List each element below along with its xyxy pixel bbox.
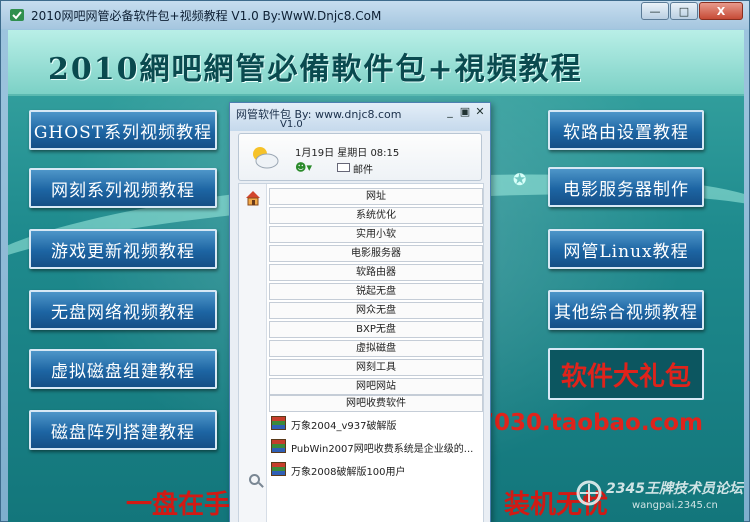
software-item-label: 万象2008破解版100用户: [291, 467, 406, 478]
window-controls: — □ X: [640, 2, 743, 20]
panel-title: 网管软件包 By: www.dnjc8.com: [236, 108, 402, 121]
banner-title: 2010網吧網管必備軟件包+視頻教程: [48, 52, 583, 87]
watermark-main-text: 2345王牌技术员论坛: [606, 481, 743, 497]
software-item-label: PubWin2007网吧收费系统是企业级的...: [291, 444, 474, 455]
maximize-button[interactable]: □: [670, 2, 698, 20]
main-window: 2010网吧网管必备软件包+视频教程 V1.0 By:WwW.Dnjc8.CoM…: [0, 0, 750, 522]
users-icon[interactable]: ☻▾: [295, 161, 312, 174]
home-icon[interactable]: [245, 190, 261, 206]
side-icon-column: [239, 184, 267, 522]
category-wangzhong-diskless[interactable]: 网众无盘: [269, 302, 483, 319]
panel-restore-icon[interactable]: ▣: [459, 106, 471, 118]
info-box: 1月19日 星期日 08:15 ☻▾ 邮件: [238, 133, 482, 181]
category-system-opt[interactable]: 系统优化: [269, 207, 483, 224]
category-utilities[interactable]: 实用小软: [269, 226, 483, 243]
app-icon: [10, 9, 24, 21]
minimize-button[interactable]: —: [641, 2, 669, 20]
winrar-icon: [271, 439, 286, 453]
soft-router-tutorial-button[interactable]: 软路由设置教程: [548, 110, 704, 150]
category-cafe-website[interactable]: 网吧网站: [269, 378, 483, 395]
list-item[interactable]: PubWin2007网吧收费系统是企业级的...: [271, 437, 483, 457]
panel-controls: _ ▣ ✕: [441, 106, 486, 118]
software-item-label: 万象2004_v937破解版: [291, 421, 397, 432]
category-soft-router[interactable]: 软路由器: [269, 264, 483, 281]
banner: 2010網吧網管必備軟件包+視頻教程: [8, 30, 744, 96]
mail-link[interactable]: 邮件: [353, 161, 373, 176]
winrar-icon: [271, 416, 286, 430]
slogan-left: 一盘在手: [126, 490, 231, 520]
forum-watermark: 2345王牌技术员论坛 wangpai.2345.cn: [572, 476, 744, 522]
raid-tutorial-button[interactable]: 磁盘阵列搭建教程: [29, 410, 217, 450]
window-title: 2010网吧网管必备软件包+视频教程 V1.0 By:WwW.Dnjc8.CoM: [31, 9, 382, 23]
close-button[interactable]: X: [699, 2, 743, 20]
virtual-disk-tutorial-button[interactable]: 虚拟磁盘组建教程: [29, 349, 217, 389]
software-gift-pack-button[interactable]: 软件大礼包: [548, 348, 704, 400]
other-tutorials-button[interactable]: 其他综合视频教程: [548, 290, 704, 330]
taobao-link[interactable]: 7030.taobao.com: [478, 410, 703, 436]
game-update-tutorial-button[interactable]: 游戏更新视频教程: [29, 229, 217, 269]
ghost-tutorial-button[interactable]: GHOST系列视频教程: [29, 110, 217, 150]
category-ruiqi-diskless[interactable]: 锐起无盘: [269, 283, 483, 300]
software-list: 网址 系统优化 实用小软 电影服务器 软路由器 锐起无盘 网众无盘 BXP无盘 …: [238, 183, 484, 522]
category-billing-software[interactable]: 网吧收费软件: [269, 395, 483, 412]
network-clone-tutorial-button[interactable]: 网刻系列视频教程: [29, 168, 217, 208]
mail-icon[interactable]: [337, 163, 350, 172]
panel-close-icon[interactable]: ✕: [474, 106, 486, 118]
diskless-network-tutorial-button[interactable]: 无盘网络视频教程: [29, 290, 217, 330]
list-item[interactable]: 万象2004_v937破解版: [271, 414, 483, 434]
watermark-logo-icon: [576, 480, 602, 506]
movie-server-tutorial-button[interactable]: 电影服务器制作: [548, 167, 704, 207]
category-virtual-disk[interactable]: 虚拟磁盘: [269, 340, 483, 357]
category-network-clone[interactable]: 网刻工具: [269, 359, 483, 376]
winrar-icon: [271, 462, 286, 476]
date-time: 1月19日 星期日 08:15: [295, 148, 400, 159]
software-panel: 网管软件包 By: www.dnjc8.com V1.0 _ ▣ ✕ 1月19日…: [229, 102, 491, 522]
category-bxp-diskless[interactable]: BXP无盘: [269, 321, 483, 338]
panel-version: V1.0: [280, 119, 303, 130]
window-title-bar[interactable]: 2010网吧网管必备软件包+视频教程 V1.0 By:WwW.Dnjc8.CoM…: [1, 1, 749, 29]
search-icon: [249, 474, 260, 485]
list-item[interactable]: 万象2008破解版100用户: [271, 460, 483, 480]
star-icon: ✪: [513, 170, 527, 189]
weather-icon: [253, 147, 279, 169]
category-movie-server[interactable]: 电影服务器: [269, 245, 483, 262]
panel-title-bar[interactable]: 网管软件包 By: www.dnjc8.com V1.0 _ ▣ ✕: [230, 103, 490, 131]
category-url[interactable]: 网址: [269, 188, 483, 205]
panel-minimize-icon[interactable]: _: [444, 106, 456, 118]
watermark-sub-text: wangpai.2345.cn: [632, 500, 718, 511]
linux-tutorial-button[interactable]: 网管Linux教程: [548, 229, 704, 269]
